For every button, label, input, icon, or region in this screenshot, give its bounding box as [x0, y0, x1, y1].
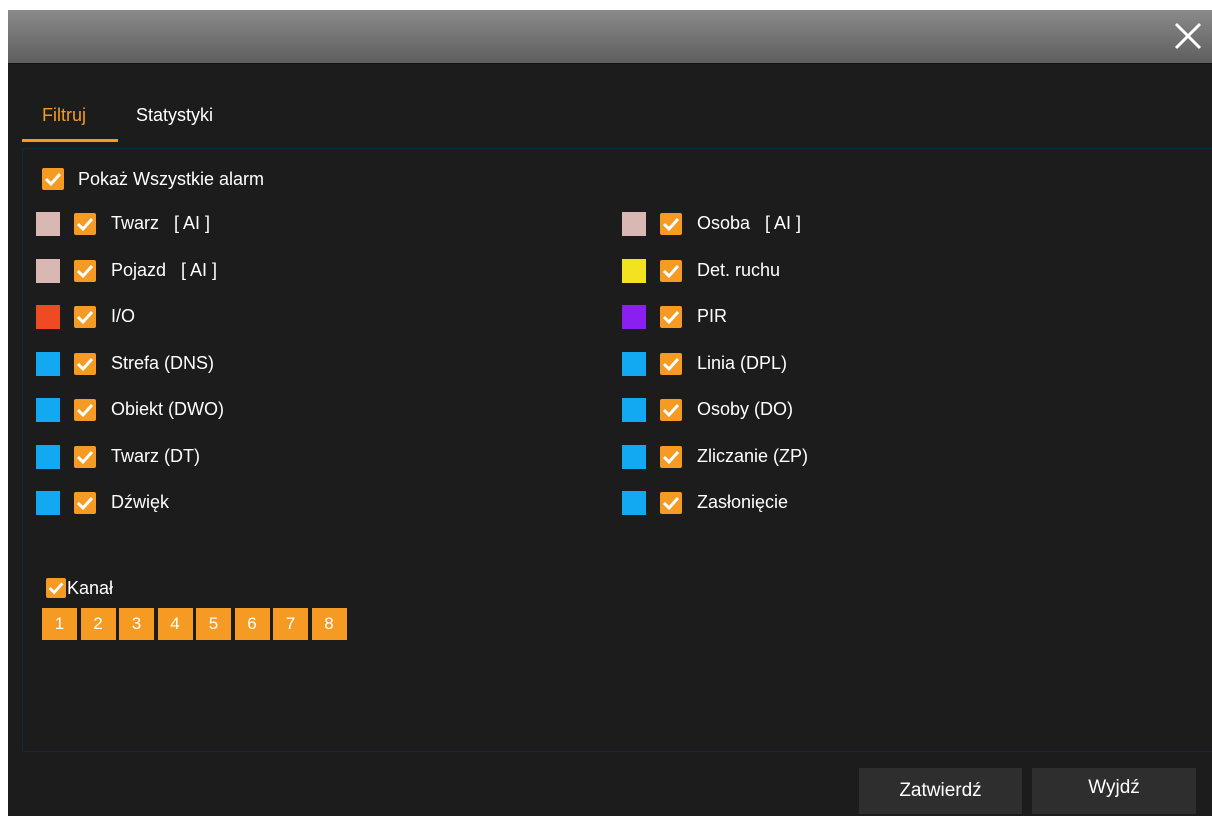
alarm-filter-dialog: Filtruj Statystyki Pokaż Wszystkie alarm…: [8, 10, 1212, 816]
alarm-type-checkbox[interactable]: [660, 306, 682, 328]
title-bar: [8, 10, 1212, 64]
channel-button[interactable]: 2: [80, 608, 116, 640]
close-icon: [1174, 22, 1202, 50]
checkmark-icon: [76, 264, 94, 279]
channel-button[interactable]: 7: [273, 608, 308, 640]
alarm-type-label: Obiekt (DWO): [111, 399, 225, 419]
channel-button[interactable]: 6: [234, 608, 270, 640]
alarm-type-checkbox[interactable]: [660, 446, 682, 468]
checkmark-icon: [76, 496, 94, 511]
alarm-type-label: Strefa (DNS): [111, 353, 215, 373]
checkmark-icon: [76, 310, 94, 325]
checkmark-icon: [76, 357, 94, 372]
color-swatch: [622, 212, 646, 236]
alarm-type-checkbox[interactable]: [660, 399, 682, 421]
alarm-type-checkbox[interactable]: [74, 446, 96, 468]
color-swatch: [622, 352, 646, 376]
alarm-type-checkbox[interactable]: [74, 260, 96, 282]
color-swatch: [36, 259, 60, 283]
alarm-type-label: Zasłonięcie: [697, 492, 789, 512]
alarm-type-label: I/O: [111, 306, 136, 326]
tab-statistics[interactable]: Statystyki: [130, 100, 250, 142]
alarm-type-label: Zliczanie (ZP): [697, 446, 809, 466]
alarm-type-label: Osoba [ AI ]: [697, 213, 802, 233]
checkmark-icon: [662, 357, 680, 372]
color-swatch: [622, 305, 646, 329]
alarm-type-label: Linia (DPL): [697, 353, 788, 373]
alarm-type-checkbox[interactable]: [660, 353, 682, 375]
show-all-label: Pokaż Wszystkie alarm: [78, 169, 265, 189]
channel-label: Kanał: [67, 578, 114, 598]
alarm-type-checkbox[interactable]: [74, 492, 96, 514]
tab-filter[interactable]: Filtruj: [22, 100, 118, 142]
color-swatch: [36, 491, 60, 515]
alarm-type-label: PIR: [697, 306, 728, 326]
alarm-type-label: Dźwięk: [111, 492, 170, 512]
alarm-type-checkbox[interactable]: [74, 213, 96, 235]
checkmark-icon: [48, 582, 64, 595]
alarm-type-label: Pojazd [ AI ]: [111, 260, 218, 280]
alarm-type-checkbox[interactable]: [74, 353, 96, 375]
checkmark-icon: [662, 403, 680, 418]
channel-button[interactable]: 4: [157, 608, 193, 640]
checkmark-icon: [44, 172, 62, 187]
alarm-type-label: Det. ruchu: [697, 260, 781, 280]
checkmark-icon: [662, 217, 680, 232]
checkmark-icon: [662, 264, 680, 279]
alarm-type-checkbox[interactable]: [74, 306, 96, 328]
filter-panel: [22, 148, 1212, 752]
color-swatch: [622, 398, 646, 422]
color-swatch: [622, 491, 646, 515]
checkmark-icon: [662, 496, 680, 511]
color-swatch: [36, 305, 60, 329]
color-swatch: [622, 445, 646, 469]
checkmark-icon: [76, 450, 94, 465]
channel-button[interactable]: 5: [196, 608, 231, 640]
channel-button[interactable]: 3: [119, 608, 154, 640]
confirm-button[interactable]: Zatwierdź: [859, 768, 1022, 814]
color-swatch: [36, 445, 60, 469]
channel-button[interactable]: 8: [311, 608, 347, 640]
color-swatch: [36, 352, 60, 376]
alarm-type-checkbox[interactable]: [660, 260, 682, 282]
color-swatch: [36, 212, 60, 236]
alarm-type-label: Twarz (DT): [111, 446, 200, 466]
color-swatch: [622, 259, 646, 283]
color-swatch: [36, 398, 60, 422]
checkmark-icon: [76, 217, 94, 232]
alarm-type-label: Osoby (DO): [697, 399, 794, 419]
alarm-type-checkbox[interactable]: [660, 213, 682, 235]
exit-button[interactable]: Wyjdź: [1032, 768, 1196, 814]
channel-button[interactable]: 1: [42, 608, 77, 640]
alarm-type-label: Twarz [ AI ]: [111, 213, 211, 233]
checkmark-icon: [662, 450, 680, 465]
checkmark-icon: [662, 310, 680, 325]
show-all-checkbox[interactable]: [42, 168, 64, 190]
alarm-type-checkbox[interactable]: [660, 492, 682, 514]
channel-checkbox[interactable]: [46, 578, 66, 598]
checkmark-icon: [76, 403, 94, 418]
close-button[interactable]: [1172, 20, 1204, 52]
alarm-type-checkbox[interactable]: [74, 399, 96, 421]
